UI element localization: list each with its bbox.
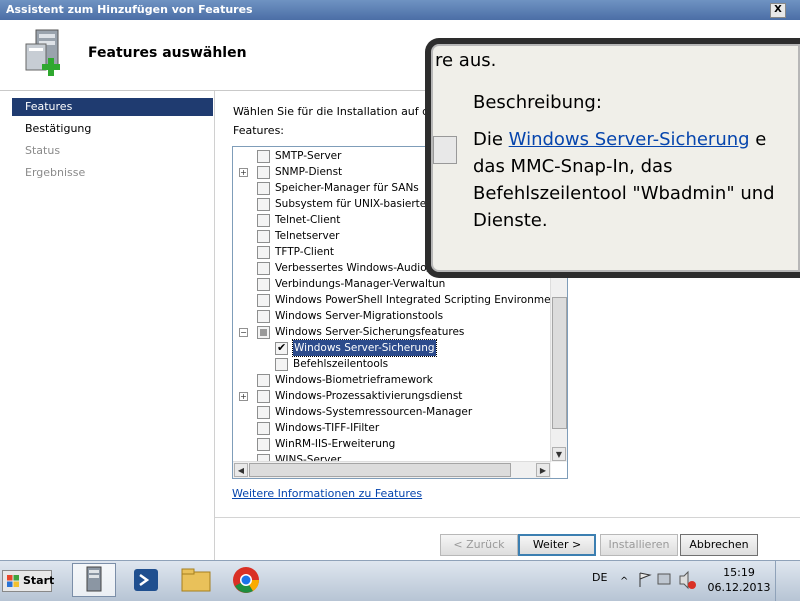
features-label: Features: xyxy=(233,124,285,137)
back-button[interactable]: < Zurück xyxy=(440,534,518,556)
chrome-taskbar-icon[interactable] xyxy=(224,563,268,597)
feature-label: Subsystem für UNIX-basierte A xyxy=(275,198,437,210)
nav-step-status: Status xyxy=(25,144,61,157)
system-tray: ^ xyxy=(612,565,702,595)
feature-checkbox[interactable] xyxy=(257,214,270,227)
description-prefix: Die xyxy=(473,129,509,150)
feature-checkbox[interactable] xyxy=(257,390,270,403)
feature-checkbox[interactable] xyxy=(257,310,270,323)
feature-checkbox[interactable] xyxy=(257,150,270,163)
vertical-scroll-thumb[interactable] xyxy=(552,297,567,429)
scroll-left-arrow-icon[interactable]: ◀ xyxy=(234,463,248,477)
start-button[interactable]: Start xyxy=(2,570,55,592)
description-heading: Beschreibung: xyxy=(473,92,602,113)
horizontal-scrollbar[interactable]: ◀ ▶ xyxy=(233,461,551,478)
wizard-window: Assistent zum Hinzufügen von Features X … xyxy=(0,0,800,560)
svg-text:^: ^ xyxy=(620,576,628,587)
clock-date: 06.12.2013 xyxy=(707,581,771,594)
magnified-scroll-arrow-icon xyxy=(433,136,457,164)
feature-label: Windows Server-Sicherung xyxy=(292,339,437,357)
powershell-taskbar-icon[interactable] xyxy=(124,563,168,597)
feature-label: Windows Server-Sicherungsfeatures xyxy=(275,326,465,338)
next-button[interactable]: Weiter > xyxy=(518,534,596,556)
feature-label: Speicher-Manager für SANs xyxy=(275,182,419,194)
title-bar[interactable]: Assistent zum Hinzufügen von Features X xyxy=(0,0,800,20)
nav-step-results: Ergebnisse xyxy=(25,166,86,179)
system-clock[interactable]: 15:19 06.12.2013 xyxy=(706,565,772,595)
description-line-3: Befehlszeilentool "Wbadmin" und xyxy=(473,183,775,204)
feature-label: WinRM-IIS-Erweiterung xyxy=(275,438,396,450)
clock-time: 15:19 xyxy=(723,566,755,579)
cancel-button[interactable]: Abbrechen xyxy=(680,534,758,556)
feature-checkbox[interactable] xyxy=(257,422,270,435)
server-manager-taskbar-icon[interactable] xyxy=(72,563,116,597)
feature-label: SMTP-Server xyxy=(275,150,342,162)
feature-checkbox[interactable] xyxy=(257,262,270,275)
feature-checkbox[interactable] xyxy=(257,230,270,243)
feature-label: Windows Server-Migrationstools xyxy=(275,310,444,322)
feature-label: Windows-Prozessaktivierungsdienst xyxy=(275,390,463,402)
feature-checkbox[interactable] xyxy=(257,326,270,339)
magnified-top-text: re aus. xyxy=(435,50,497,71)
explorer-taskbar-icon[interactable] xyxy=(174,563,218,597)
language-indicator[interactable]: DE xyxy=(592,571,607,584)
start-label: Start xyxy=(23,574,55,587)
expand-icon[interactable]: + xyxy=(239,168,248,177)
feature-checkbox[interactable] xyxy=(257,374,270,387)
feature-label: Windows-TIFF-IFilter xyxy=(275,422,380,434)
feature-label: Befehlszeilentools xyxy=(293,358,389,370)
close-button[interactable]: X xyxy=(770,3,786,18)
window-title: Assistent zum Hinzufügen von Features xyxy=(6,3,253,16)
nav-step-confirmation[interactable]: Bestätigung xyxy=(12,120,213,138)
feature-checkbox[interactable] xyxy=(275,358,288,371)
description-link[interactable]: Windows Server-Sicherung xyxy=(509,129,750,150)
feature-label: TFTP-Client xyxy=(275,246,334,258)
wizard-steps-nav: Features Bestätigung Status Ergebnisse xyxy=(0,91,215,560)
expand-icon[interactable]: + xyxy=(239,392,248,401)
feature-label: Telnetserver xyxy=(275,230,340,242)
feature-checkbox[interactable] xyxy=(257,182,270,195)
feature-label: Telnet-Client xyxy=(275,214,341,226)
server-add-icon xyxy=(25,29,60,76)
feature-checkbox[interactable] xyxy=(257,166,270,179)
feature-checkbox[interactable] xyxy=(257,278,270,291)
feature-checkbox[interactable] xyxy=(257,198,270,211)
feature-checkbox[interactable] xyxy=(257,406,270,419)
description-line-4: Dienste. xyxy=(473,210,548,231)
feature-label: Windows-Systemressourcen-Manager xyxy=(275,406,473,418)
show-desktop-button[interactable] xyxy=(775,561,800,601)
collapse-icon[interactable]: − xyxy=(239,328,248,337)
feature-checkbox[interactable] xyxy=(275,340,288,356)
nav-step-features[interactable]: Features xyxy=(12,98,213,116)
description-line1-suffix: e xyxy=(749,129,767,150)
feature-checkbox[interactable] xyxy=(257,246,270,259)
page-title: Features auswählen xyxy=(88,45,247,61)
more-info-link[interactable]: Weitere Informationen zu Features xyxy=(232,487,422,500)
divider xyxy=(215,517,800,518)
instruction-text: Wählen Sie für die Installation auf dem xyxy=(233,105,447,118)
feature-label: SNMP-Dienst xyxy=(275,166,343,178)
taskbar: Start DE ^ 15:19 06.12.2013 xyxy=(0,560,800,601)
windows-logo-icon xyxy=(7,575,19,587)
scroll-down-arrow-icon[interactable]: ▼ xyxy=(552,447,566,461)
feature-label: Windows PowerShell Integrated Scripting … xyxy=(275,294,568,306)
description-text: Die Windows Server-Sicherung e das MMC-S… xyxy=(473,126,800,234)
description-line-2: das MMC-Snap-In, das xyxy=(473,156,673,177)
install-button[interactable]: Installieren xyxy=(600,534,678,556)
feature-checkbox[interactable] xyxy=(257,438,270,451)
feature-checkbox[interactable] xyxy=(257,294,270,307)
scroll-right-arrow-icon[interactable]: ▶ xyxy=(536,463,550,477)
magnifier-overlay: re aus. Beschreibung: Die Windows Server… xyxy=(425,38,800,278)
feature-label: Verbindungs-Manager-Verwaltun xyxy=(275,278,446,290)
horizontal-scroll-thumb[interactable] xyxy=(249,463,511,477)
feature-label: Verbessertes Windows-Audio/V xyxy=(275,262,438,274)
feature-label: Windows-Biometrieframework xyxy=(275,374,433,386)
